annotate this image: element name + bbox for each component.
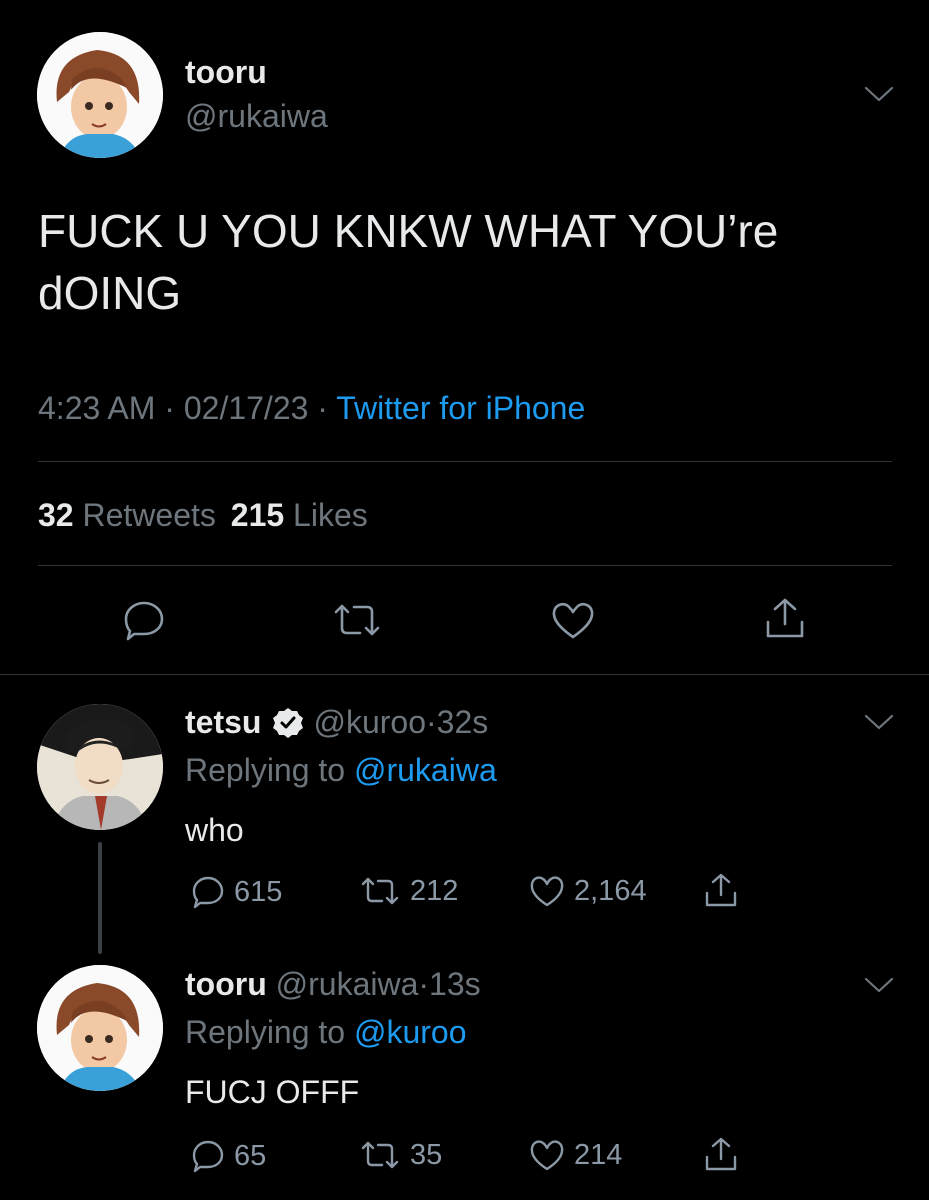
- likes-label: Likes: [293, 497, 368, 533]
- retweets-label: Retweets: [82, 497, 216, 533]
- share-button[interactable]: [702, 872, 740, 910]
- reply-time: 13s: [429, 966, 481, 1002]
- author-name[interactable]: tetsu: [185, 704, 261, 741]
- share-icon: [705, 873, 737, 907]
- author-name[interactable]: tooru: [185, 966, 267, 1002]
- retweets-stat[interactable]: 32 Retweets: [38, 497, 225, 533]
- tweet-text: FUCK U YOU KNKW WHAT YOU’re dOING: [38, 200, 778, 324]
- tweet-date: 02/17/23: [183, 390, 309, 426]
- retweet-icon: [361, 877, 399, 905]
- tweet-text-line: dOING: [38, 267, 182, 319]
- chevron-down-icon[interactable]: [862, 84, 896, 104]
- likes-count: 215: [230, 497, 285, 533]
- author-handle[interactable]: @rukaiwa: [276, 966, 419, 1002]
- author-handle[interactable]: @kuroo: [313, 704, 426, 741]
- reply-icon: [192, 1140, 224, 1173]
- tweet-stats: 32 Retweets 215 Likes: [38, 497, 368, 534]
- like-icon: [530, 1140, 564, 1171]
- share-icon[interactable]: [762, 596, 808, 642]
- reply-actions: 615 212 2,164: [190, 872, 750, 914]
- like-button[interactable]: 214: [528, 1138, 622, 1172]
- avatar[interactable]: [37, 704, 163, 830]
- avatar[interactable]: [37, 965, 163, 1091]
- retweet-icon[interactable]: [330, 600, 384, 640]
- author-name[interactable]: tooru: [185, 54, 267, 91]
- like-count: 214: [574, 1138, 623, 1171]
- reply-actions: 65 35 214: [190, 1136, 750, 1178]
- retweet-count: 212: [410, 874, 459, 907]
- reply-icon: [192, 876, 224, 909]
- divider: [38, 565, 892, 566]
- separator-dot: ·: [164, 390, 184, 426]
- tweet-time: 4:23 AM: [38, 390, 156, 426]
- reply-count: 615: [234, 875, 283, 908]
- reply-button[interactable]: 65: [190, 1138, 266, 1174]
- retweet-button[interactable]: 212: [358, 874, 458, 908]
- likes-stat[interactable]: 215 Likes: [231, 497, 368, 533]
- separator-dot: ·: [425, 704, 437, 740]
- like-count: 2,164: [574, 874, 647, 907]
- replying-label: Replying to: [185, 752, 346, 788]
- separator-dot: ·: [317, 390, 337, 426]
- author-handle[interactable]: @rukaiwa: [185, 98, 328, 135]
- retweet-button[interactable]: 35: [358, 1138, 442, 1172]
- divider: [38, 461, 892, 462]
- chevron-down-icon[interactable]: [862, 975, 896, 995]
- thread-line: [98, 842, 102, 954]
- tweet-text-line: FUCK U YOU KNKW WHAT YOU’re: [38, 205, 779, 257]
- chevron-down-icon[interactable]: [862, 712, 896, 732]
- tweet-meta: 4:23 AM · 02/17/23 · Twitter for iPhone: [38, 390, 585, 427]
- reply-button[interactable]: 615: [190, 874, 282, 910]
- reply-text: who: [185, 812, 244, 848]
- retweet-icon: [361, 1141, 399, 1169]
- retweets-count: 32: [38, 497, 74, 533]
- share-button[interactable]: [702, 1136, 740, 1174]
- reply-count: 65: [234, 1139, 267, 1172]
- like-button[interactable]: 2,164: [528, 874, 647, 908]
- replying-to-link[interactable]: @kuroo: [354, 1014, 467, 1050]
- tweet-client-link[interactable]: Twitter for iPhone: [336, 390, 585, 426]
- retweet-count: 35: [410, 1138, 443, 1171]
- reply-header: tetsu @kuroo · 32s: [185, 704, 488, 741]
- reply-text: FUCJ OFFF: [185, 1074, 360, 1110]
- reply-header: tooru @rukaiwa·13s: [185, 966, 481, 1003]
- replying-label: Replying to: [185, 1014, 346, 1050]
- reply-icon[interactable]: [122, 598, 166, 642]
- avatar[interactable]: [37, 32, 163, 158]
- like-icon[interactable]: [550, 600, 596, 640]
- separator-dot: ·: [418, 966, 430, 1002]
- verified-icon: [273, 707, 304, 738]
- share-icon: [705, 1137, 737, 1171]
- divider: [0, 674, 929, 675]
- replying-to-link[interactable]: @rukaiwa: [354, 752, 497, 788]
- like-icon: [530, 876, 564, 907]
- replying-to: Replying to @rukaiwa: [185, 752, 497, 789]
- reply-time: 32s: [436, 704, 489, 740]
- replying-to: Replying to @kuroo: [185, 1014, 467, 1051]
